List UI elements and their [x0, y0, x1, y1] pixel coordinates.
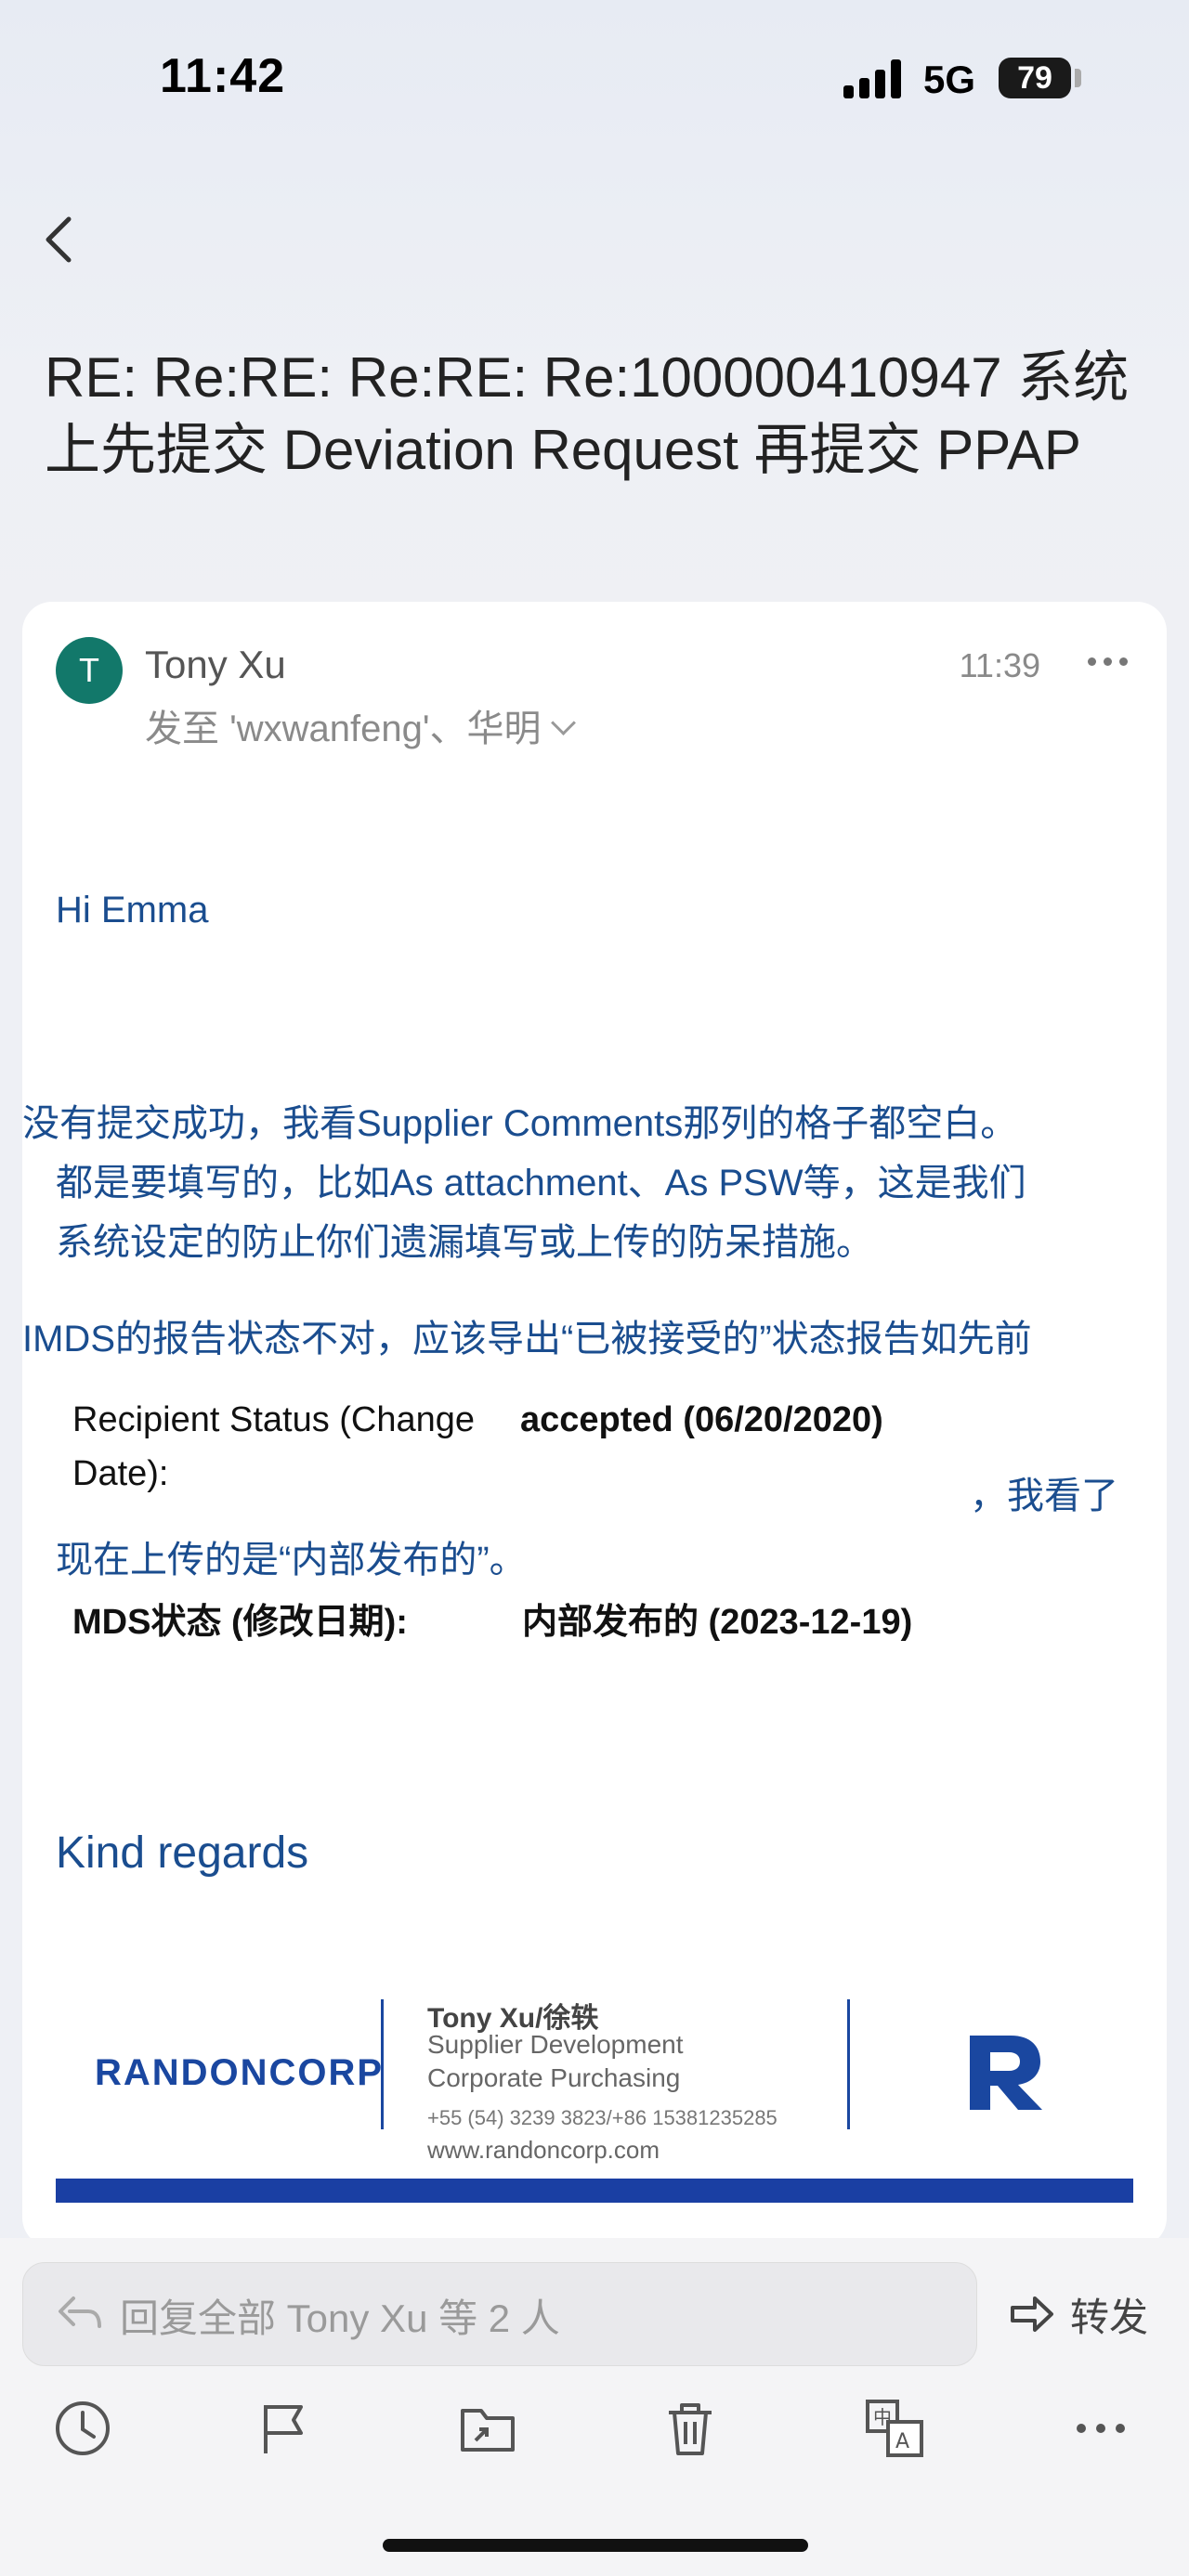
signature-website: www.randoncorp.com: [427, 2136, 660, 2164]
paragraph-1: 没有提交成功，我看Supplier Comments那列的格子都空白。 都是要填…: [22, 1094, 1167, 1272]
signature-role-2: Corporate Purchasing: [427, 2063, 681, 2092]
chevron-left-icon: [46, 216, 72, 263]
pasted-mds-label: MDS状态 (修改日期):: [72, 1603, 408, 1642]
flag-icon[interactable]: [253, 2396, 327, 2470]
email-time: 11:39: [959, 646, 1040, 684]
signature-phone: +55 (54) 3239 3823/+86 15381235285: [427, 2106, 777, 2129]
chevron-down-icon: [550, 710, 576, 735]
status-time: 11:42: [160, 49, 286, 103]
sender-name[interactable]: Tony Xu: [145, 643, 286, 687]
greeting: Hi Emma: [56, 890, 209, 930]
bottom-toolbar: 中A: [0, 2396, 1189, 2470]
company-logo: RANDONCORP: [95, 2052, 385, 2093]
back-button[interactable]: [37, 212, 84, 267]
svg-text:A: A: [895, 2430, 909, 2453]
trash-icon[interactable]: [658, 2396, 732, 2470]
battery-icon: 79: [999, 58, 1071, 98]
more-options-icon[interactable]: [1088, 657, 1128, 666]
paragraph-1-line-2: 都是要填写的，比如As attachment、As PSW等，这是我们: [56, 1163, 1026, 1203]
forward-label: 转发: [1070, 2295, 1149, 2339]
signature-divider: [847, 1999, 850, 2129]
paragraph-1-line-3: 系统设定的防止你们遗漏填写或上传的防呆措施。: [56, 1222, 873, 1263]
paragraph-2-line-2: 现在上传的是“内部发布的”。: [56, 1540, 527, 1581]
pasted-status-value: accepted (06/20/2020): [520, 1400, 883, 1439]
paragraph-2-line-1: IMDS的报告状态不对，应该导出“已被接受的”状态报告如先前: [22, 1319, 1032, 1360]
reply-placeholder: 回复全部 Tony Xu 等 2 人: [120, 2296, 560, 2340]
paragraph-2-tail: ，我看了: [970, 1476, 1118, 1516]
translate-icon[interactable]: 中A: [862, 2396, 936, 2470]
signature-bar: [56, 2179, 1133, 2203]
signature-divider: [381, 1999, 384, 2129]
pasted-mds-value: 内部发布的 (2023-12-19): [522, 1603, 913, 1642]
sender-avatar[interactable]: T: [56, 637, 123, 704]
reply-all-field[interactable]: 回复全部 Tony Xu 等 2 人: [22, 2262, 977, 2366]
recipients-text: 发至 'wxwanfeng'、华明: [145, 709, 542, 749]
battery-tip: [1075, 69, 1081, 87]
recipients-toggle[interactable]: 发至 'wxwanfeng'、华明: [145, 698, 576, 752]
pasted-status-label: Recipient Status (Change Date):: [72, 1400, 476, 1493]
email-card: T Tony Xu 发至 'wxwanfeng'、华明 11:39 Hi Emm…: [22, 602, 1167, 2247]
signature-role-1: Supplier Development: [427, 2030, 684, 2059]
email-subject: RE: Re:RE: Re:RE: Re:100000410947 系统上先提交…: [45, 346, 1130, 481]
more-icon[interactable]: [1068, 2396, 1143, 2470]
closing: Kind regards: [56, 1828, 309, 1878]
reply-all-icon: [59, 2296, 101, 2328]
home-indicator[interactable]: [383, 2539, 808, 2552]
clock-icon[interactable]: [50, 2396, 124, 2470]
forward-icon: [1011, 2296, 1053, 2332]
paragraph-1-line-1: 没有提交成功，我看Supplier Comments那列的格子都空白。: [22, 1103, 1018, 1144]
r-logo-icon: [970, 2036, 1042, 2110]
move-folder-icon[interactable]: [455, 2396, 529, 2470]
network-type: 5G: [923, 58, 976, 101]
cellular-signal-icon: [843, 59, 903, 98]
forward-button[interactable]: 转发: [1009, 2286, 1148, 2342]
